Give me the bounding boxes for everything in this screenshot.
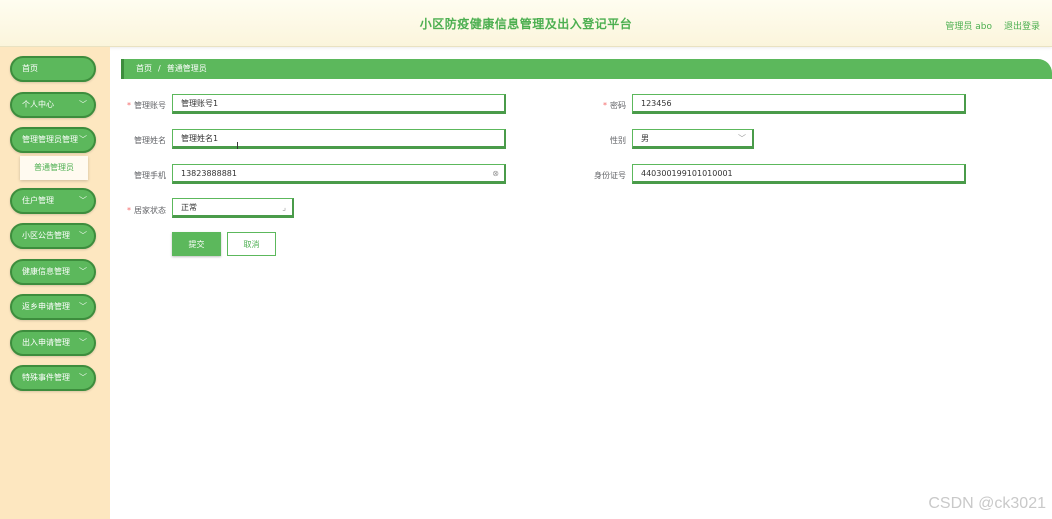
chevron-down-icon: ﹀ bbox=[738, 134, 746, 143]
sidebar-item-admin-management[interactable]: 管理管理员管理 ﹀ bbox=[10, 127, 96, 153]
breadcrumb-home[interactable]: 首页 bbox=[136, 64, 152, 73]
account-input[interactable]: 管理账号1 bbox=[172, 94, 506, 114]
sidebar-item-label: 个人中心 bbox=[22, 100, 54, 109]
sidebar-item-home[interactable]: 首页 bbox=[10, 56, 96, 82]
sidebar-item-label: 返乡申请管理 bbox=[22, 302, 70, 311]
sidebar-item-resident-management[interactable]: 住户管理 ﹀ bbox=[10, 188, 96, 214]
app-title: 小区防疫健康信息管理及出入登记平台 bbox=[419, 17, 633, 31]
phone-input-value: 13823888881 bbox=[181, 169, 237, 178]
password-input[interactable]: 123456 bbox=[632, 94, 966, 114]
chevron-down-icon: ﹀ bbox=[79, 100, 87, 109]
breadcrumb-separator: / bbox=[158, 64, 161, 73]
sidebar-item-label: 住户管理 bbox=[22, 196, 54, 205]
sidebar-item-label: 管理管理员管理 bbox=[22, 135, 78, 144]
sidebar-item-health-management[interactable]: 健康信息管理 ﹀ bbox=[10, 259, 96, 285]
status-select-value: 正常 bbox=[181, 203, 197, 212]
breadcrumb: 首页 / 普通管理员 bbox=[121, 59, 1052, 79]
name-input[interactable]: 管理姓名1 bbox=[172, 129, 506, 149]
sidebar-item-return-application[interactable]: 返乡申请管理 ﹀ bbox=[10, 294, 96, 320]
status-select[interactable]: 正常 ⌟ bbox=[172, 198, 294, 218]
gender-select[interactable]: 男 ﹀ bbox=[632, 129, 754, 149]
sidebar-item-access-application[interactable]: 出入申请管理 ﹀ bbox=[10, 330, 96, 356]
submit-button[interactable]: 提交 bbox=[172, 232, 221, 256]
breadcrumb-current: 普通管理员 bbox=[166, 64, 207, 73]
chevron-down-icon: ﹀ bbox=[79, 267, 87, 276]
chevron-down-icon: ﹀ bbox=[79, 338, 87, 347]
phone-label: 管理手机 bbox=[134, 171, 166, 180]
phone-input[interactable]: 13823888881 ⊗ bbox=[172, 164, 506, 184]
name-label: 管理姓名 bbox=[134, 136, 166, 145]
account-label: * 管理账号 bbox=[127, 101, 166, 110]
top-header: 小区防疫健康信息管理及出入登记平台 管理员 abo 退出登录 bbox=[0, 0, 1052, 47]
idcard-label: 身份证号 bbox=[594, 171, 626, 180]
chevron-down-icon: ﹀ bbox=[79, 231, 87, 240]
logout-link[interactable]: 退出登录 bbox=[1004, 19, 1040, 32]
sidebar-item-special-events[interactable]: 特殊事件管理 ﹀ bbox=[10, 365, 96, 391]
clear-icon[interactable]: ⊗ bbox=[492, 165, 499, 182]
gender-label: 性别 bbox=[610, 136, 626, 145]
text-cursor-icon: I bbox=[236, 141, 239, 152]
gender-select-value: 男 bbox=[641, 134, 649, 143]
cancel-button[interactable]: 取消 bbox=[227, 232, 276, 256]
submenu-item-regular-admin[interactable]: 普通管理员 bbox=[20, 156, 88, 180]
watermark: CSDN @ck3021 bbox=[928, 495, 1046, 512]
chevron-down-icon: ﹀ bbox=[79, 135, 87, 144]
sidebar-item-label: 首页 bbox=[22, 64, 38, 73]
sidebar-item-label: 出入申请管理 bbox=[22, 338, 70, 347]
status-label: * 居家状态 bbox=[127, 206, 166, 215]
current-user[interactable]: 管理员 abo bbox=[945, 19, 992, 32]
sidebar-item-personal-center[interactable]: 个人中心 ﹀ bbox=[10, 92, 96, 118]
chevron-down-icon: ﹀ bbox=[79, 302, 87, 311]
sidebar-item-label: 特殊事件管理 bbox=[22, 373, 70, 382]
sidebar-item-label: 小区公告管理 bbox=[22, 231, 70, 240]
idcard-input[interactable]: 440300199101010001 bbox=[632, 164, 966, 184]
sidebar-item-notice-management[interactable]: 小区公告管理 ﹀ bbox=[10, 223, 96, 249]
resize-corner-icon: ⌟ bbox=[282, 203, 286, 212]
sidebar-item-label: 健康信息管理 bbox=[22, 267, 70, 276]
password-label: * 密码 bbox=[603, 101, 626, 110]
chevron-down-icon: ﹀ bbox=[79, 373, 87, 382]
chevron-down-icon: ﹀ bbox=[79, 196, 87, 205]
